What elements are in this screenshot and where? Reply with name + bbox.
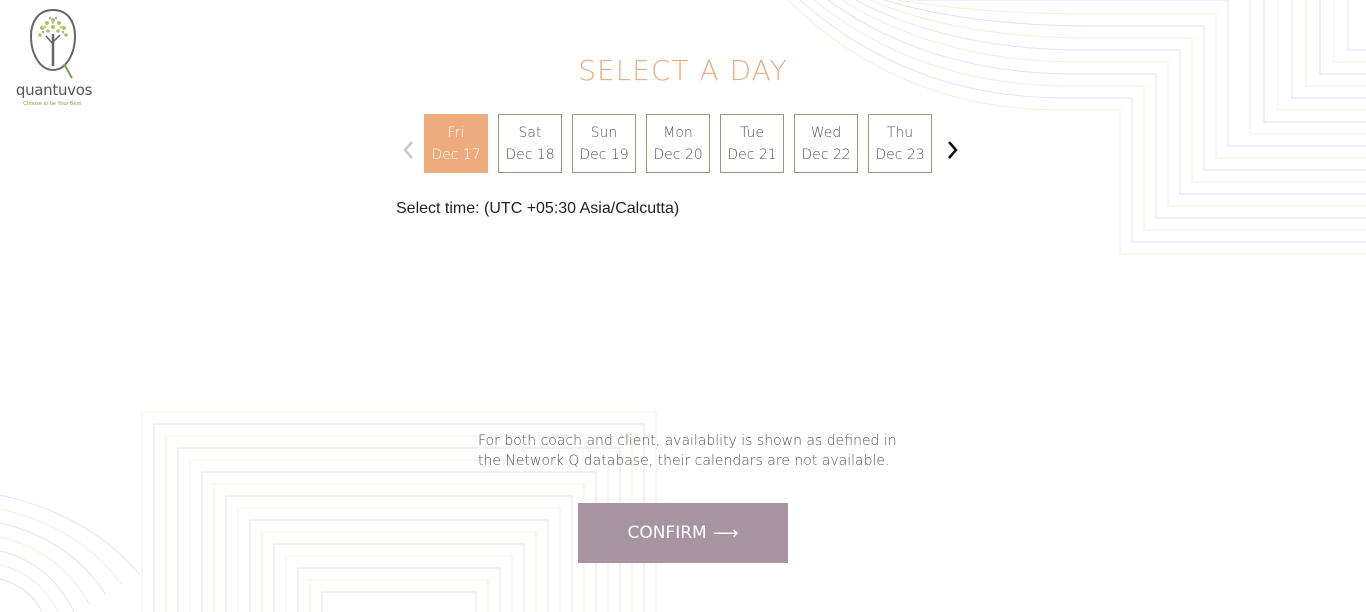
day-date: Dec 17 [431, 146, 481, 163]
day-date: Dec 21 [727, 146, 777, 163]
day-option-sun[interactable]: Sun Dec 19 [572, 114, 636, 173]
day-name: Sun [590, 124, 618, 141]
day-name: Thu [886, 124, 914, 141]
brand-tagline: Choose to be Your Best [23, 101, 81, 107]
confirm-button[interactable]: CONFIRM ⟶ [578, 503, 788, 563]
confirm-label: CONFIRM [627, 523, 707, 543]
select-time-label: Select time: (UTC +05:30 Asia/Calcutta) [396, 200, 680, 217]
day-option-thu[interactable]: Thu Dec 23 [868, 114, 932, 173]
day-date: Dec 20 [653, 146, 703, 163]
previous-week-button[interactable] [396, 137, 420, 163]
day-name: Wed [810, 124, 842, 141]
next-week-button[interactable] [941, 137, 965, 163]
arrow-right-icon: ⟶ [712, 522, 739, 544]
day-date: Dec 19 [579, 146, 629, 163]
day-option-wed[interactable]: Wed Dec 22 [794, 114, 858, 173]
day-date: Dec 18 [505, 146, 555, 163]
chevron-left-icon [403, 141, 413, 159]
day-name: Tue [740, 124, 764, 141]
day-date: Dec 23 [875, 146, 925, 163]
chevron-right-icon [948, 141, 958, 159]
day-option-mon[interactable]: Mon Dec 20 [646, 114, 710, 173]
day-selector: Fri Dec 17 Sat Dec 18 Sun Dec 19 Mon Dec 20 Tue D… [424, 114, 932, 173]
availability-note: For both coach and client, availablity i… [478, 433, 897, 469]
day-option-sat[interactable]: Sat Dec 18 [498, 114, 562, 173]
page-title: SELECT A DAY [578, 54, 788, 87]
day-name: Mon [663, 124, 693, 141]
day-option-fri[interactable]: Fri Dec 17 [424, 114, 488, 173]
day-name: Fri [447, 124, 465, 141]
day-name: Sat [518, 124, 542, 141]
day-date: Dec 22 [801, 146, 851, 163]
day-option-tue[interactable]: Tue Dec 21 [720, 114, 784, 173]
